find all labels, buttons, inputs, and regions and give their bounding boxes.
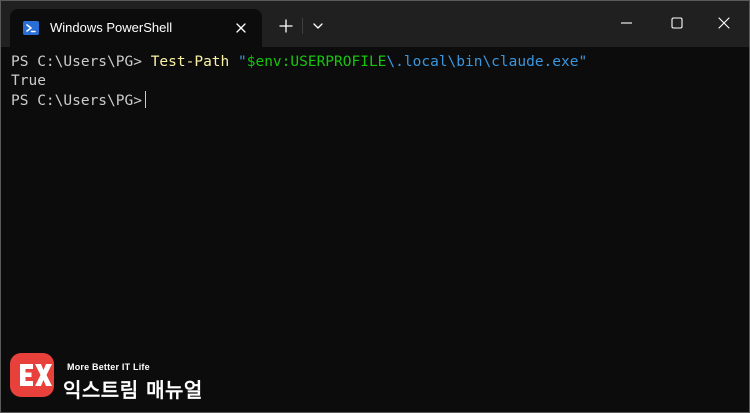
brand-name: 익스트림 매뉴얼: [63, 378, 203, 402]
tab-title: Windows PowerShell: [50, 20, 173, 35]
powershell-window: Windows PowerShell PS C:\Users\PG> Test-…: [0, 0, 750, 413]
text-cursor: [144, 91, 146, 108]
prompt-text: PS C:\Users\PG>: [11, 93, 142, 109]
brand-logo-icon: [10, 353, 54, 397]
terminal-line: PS C:\Users\PG> Test-Path "$env:USERPROF…: [11, 53, 587, 72]
close-icon[interactable]: [704, 5, 744, 41]
title-bar[interactable]: Windows PowerShell: [1, 1, 749, 47]
space-text: [229, 54, 238, 70]
command-text: Test-Path: [150, 54, 230, 70]
terminal-output-line: True: [11, 73, 46, 89]
minimize-icon[interactable]: [607, 5, 647, 41]
quote-open: ": [238, 54, 247, 70]
prompt-text: PS C:\Users\PG>: [11, 54, 151, 70]
powershell-icon: [23, 21, 39, 35]
brand-tagline: More Better IT Life: [67, 362, 150, 372]
terminal-line: PS C:\Users\PG>: [11, 91, 146, 111]
maximize-icon[interactable]: [657, 5, 697, 41]
quote-close: ": [578, 54, 588, 70]
terminal-output[interactable]: PS C:\Users\PG> Test-Path "$env:USERPROF…: [1, 47, 749, 412]
close-icon[interactable]: [231, 18, 251, 38]
tab-windows-powershell[interactable]: Windows PowerShell: [10, 9, 262, 47]
plus-icon[interactable]: [275, 15, 297, 37]
toolbar-divider: [302, 18, 303, 34]
chevron-down-icon[interactable]: [307, 15, 329, 37]
variable-text: $env:USERPROFILE: [246, 54, 387, 70]
path-text: \.local\bin\claude.exe: [386, 54, 579, 70]
